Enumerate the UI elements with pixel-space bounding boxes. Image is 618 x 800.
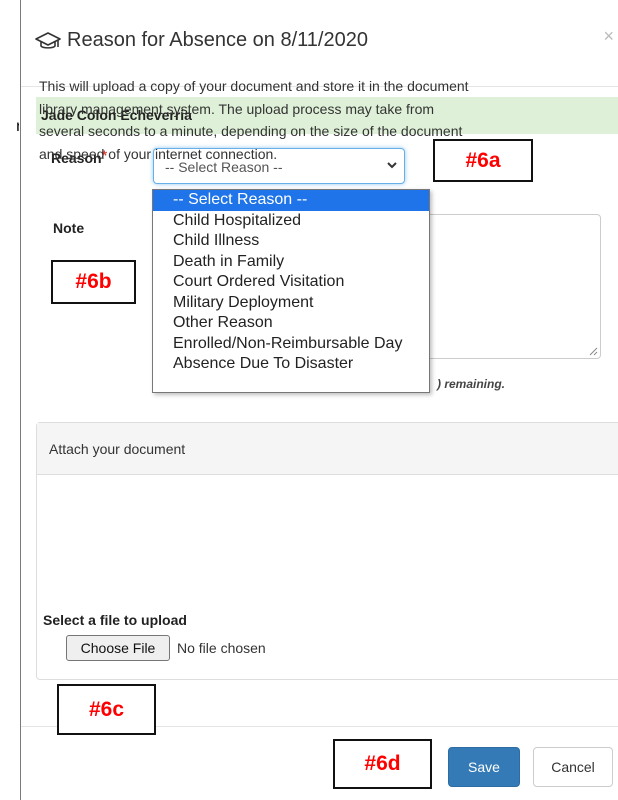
reason-option[interactable]: Court Ordered Visitation [153,272,429,293]
note-textarea[interactable] [430,214,601,359]
reason-option[interactable]: Child Hospitalized [153,211,429,232]
close-icon[interactable]: × [603,26,614,47]
attach-panel-heading: Attach your document [37,423,618,475]
reason-option[interactable]: Death in Family [153,252,429,273]
note-label: Note [53,220,85,236]
annotation-label-6a: #6a [433,139,533,182]
save-button[interactable]: Save [448,747,520,787]
absence-reason-modal: Reason for Absence on 8/11/2020 × Jade C… [21,0,618,800]
reason-option[interactable]: Other Reason [153,313,429,334]
characters-remaining: ) remaining. [437,377,506,391]
graduation-cap-icon [35,31,61,49]
reason-option[interactable]: Child Illness [153,231,429,252]
reason-option[interactable]: Absence Due To Disaster [153,354,429,375]
choose-file-button[interactable]: Choose File [66,635,170,661]
annotation-label-6d: #6d [333,739,432,789]
background-text-fragment: n [0,118,19,140]
upload-label: Select a file to upload [43,612,187,628]
modal-header: Reason for Absence on 8/11/2020 × [21,0,618,87]
resize-handle-icon[interactable] [588,346,598,356]
reason-option[interactable]: -- Select Reason -- [153,190,429,211]
reason-dropdown-list: -- Select Reason -- Child Hospitalized C… [152,189,430,393]
file-status: No file chosen [177,640,266,656]
reason-option[interactable]: Enrolled/Non-Reimbursable Day [153,334,429,355]
reason-option[interactable]: Military Deployment [153,293,429,314]
attach-description-line: This will upload a copy of your document… [39,78,469,94]
cancel-button[interactable]: Cancel [533,747,613,787]
annotation-label-6c: #6c [57,684,156,735]
annotation-label-6b: #6b [51,260,136,304]
attach-description-line: library management system. The upload pr… [39,100,435,117]
modal-title-text: Reason for Absence on 8/11/2020 [67,29,368,51]
modal-title: Reason for Absence on 8/11/2020 [35,29,368,52]
